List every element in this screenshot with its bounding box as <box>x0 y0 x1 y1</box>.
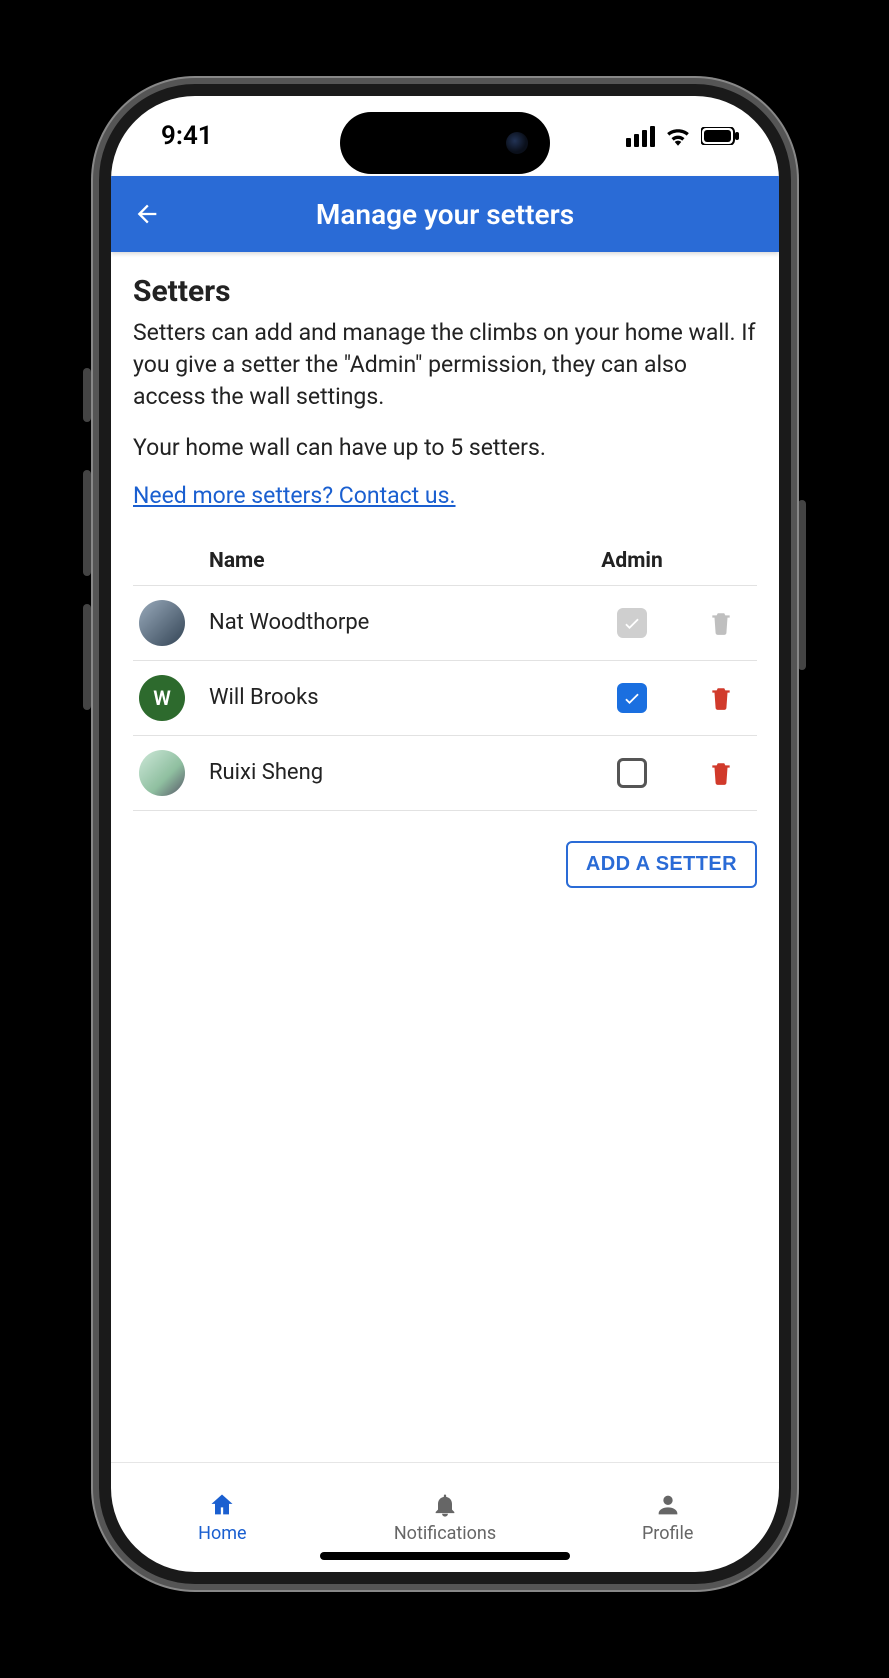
table-row: Ruixi Sheng <box>133 735 757 810</box>
avatar <box>139 750 185 796</box>
delete-button <box>708 609 736 637</box>
check-icon <box>622 688 642 708</box>
section-description-2: Your home wall can have up to 5 setters. <box>133 432 757 464</box>
setters-table: Name Admin Nat Woodthorpe <box>133 537 757 811</box>
home-icon <box>207 1491 237 1519</box>
section-description-1: Setters can add and manage the climbs on… <box>133 317 757 414</box>
cellular-icon <box>626 126 655 147</box>
app-bar: Manage your setters <box>111 176 779 252</box>
setter-name: Will Brooks <box>203 660 577 735</box>
add-setter-button[interactable]: ADD A SETTER <box>566 841 757 888</box>
profile-icon <box>654 1491 682 1519</box>
delete-button[interactable] <box>708 759 736 787</box>
wifi-icon <box>665 126 691 146</box>
page-title: Manage your setters <box>127 198 763 231</box>
home-indicator[interactable] <box>320 1552 570 1560</box>
delete-button[interactable] <box>708 684 736 712</box>
trash-icon <box>708 684 734 712</box>
col-name-header: Name <box>203 537 577 586</box>
admin-checkbox[interactable] <box>617 683 647 713</box>
col-admin-header: Admin <box>577 537 687 586</box>
contact-us-link[interactable]: Need more setters? Contact us. <box>133 482 456 509</box>
device-notch <box>340 112 550 174</box>
tab-label: Home <box>198 1523 246 1544</box>
table-row: Nat Woodthorpe <box>133 585 757 660</box>
tab-home[interactable]: Home <box>111 1463 334 1572</box>
tab-label: Profile <box>642 1523 693 1544</box>
phone-frame: 9:41 Manage your setters Setters Setters… <box>99 84 791 1584</box>
status-time: 9:41 <box>161 121 213 151</box>
trash-icon <box>708 759 734 787</box>
avatar: W <box>139 675 185 721</box>
setter-name: Nat Woodthorpe <box>203 585 577 660</box>
admin-checkbox[interactable] <box>617 758 647 788</box>
tab-label: Notifications <box>394 1523 496 1544</box>
section-heading: Setters <box>133 274 757 309</box>
avatar <box>139 600 185 646</box>
setter-name: Ruixi Sheng <box>203 735 577 810</box>
admin-checkbox <box>617 608 647 638</box>
content-area: Setters Setters can add and manage the c… <box>111 252 779 1462</box>
table-row: W Will Brooks <box>133 660 757 735</box>
battery-icon <box>701 127 739 145</box>
tab-profile[interactable]: Profile <box>556 1463 779 1572</box>
trash-icon <box>708 609 734 637</box>
check-icon <box>622 613 642 633</box>
bell-icon <box>431 1491 459 1519</box>
